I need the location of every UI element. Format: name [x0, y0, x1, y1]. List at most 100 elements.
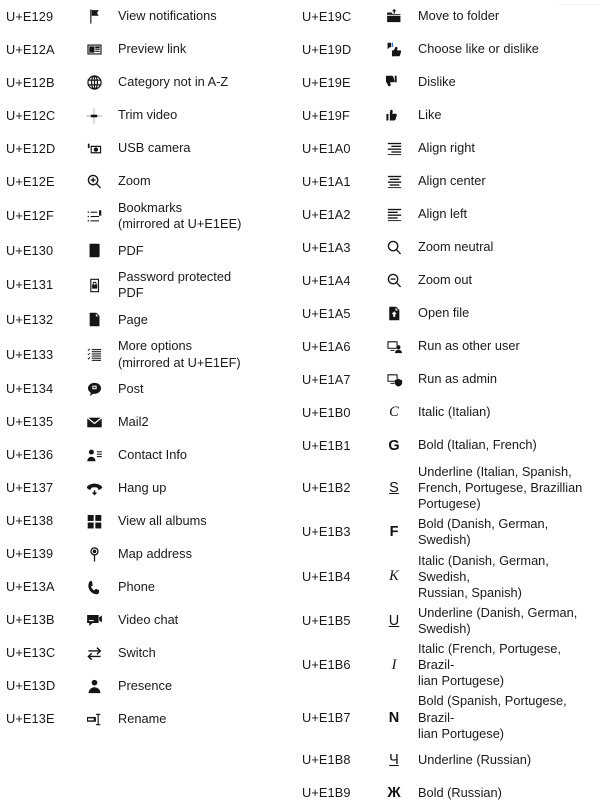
glyph-row: U+E19F Like [300, 99, 600, 132]
codepoint-label: U+E1B3 [302, 524, 351, 540]
codepoint-label: U+E1B1 [302, 437, 351, 453]
glyph-row: U+E1A1 Align center [300, 165, 600, 198]
codepoint-label: U+E1B9 [302, 785, 351, 801]
run-as-admin-icon [370, 371, 418, 388]
codepoint-label: U+E1B7 [302, 709, 351, 725]
glyph-description: Italic (Italian) [418, 404, 491, 420]
letter-c-italic-icon: C [389, 404, 399, 420]
phone-icon [70, 579, 118, 596]
glyph-row: U+E1A7 Run as admin [300, 363, 600, 396]
glyph-description: Phone [118, 579, 156, 595]
glyph-row: U+E131 Password protected PDF [0, 267, 300, 303]
letter-zh-bold-icon: Ж [387, 785, 401, 802]
codepoint-label: U+E1A5 [302, 305, 351, 321]
flag-icon [70, 8, 118, 25]
video-chat-icon [70, 612, 118, 629]
glyph-row: U+E134 Post [0, 373, 300, 406]
glyph-description: Align left [418, 206, 468, 222]
letter-ch-underline-icon: Ч [389, 752, 399, 769]
glyph-row: U+E135 Mail2 [0, 406, 300, 439]
glyph-row: U+E13E Rename [0, 703, 300, 736]
codepoint-label: U+E1B4 [302, 568, 351, 584]
glyph-description: Mail2 [118, 414, 149, 430]
move-to-folder-icon [370, 8, 418, 25]
glyph-description: Zoom neutral [418, 239, 494, 255]
glyph-description: Underline (Russian) [418, 752, 532, 768]
more-options-icon [70, 346, 118, 363]
glyph-row: U+E1B5 U Underline (Danish, German, Swedis… [300, 603, 600, 639]
pdf-icon [70, 242, 118, 259]
page-icon [70, 311, 118, 328]
glyph-row: U+E1B4 K Italic (Danish, German, Swedish, … [300, 551, 600, 603]
codepoint-label: U+E135 [6, 414, 54, 430]
glyph-description: Presence [118, 678, 173, 694]
glyph-description: Zoom [118, 173, 151, 189]
rename-icon [70, 711, 118, 728]
view-all-albums-icon [70, 513, 118, 530]
letter-g-bold-icon: G [388, 437, 400, 454]
align-center-icon [370, 173, 418, 190]
codepoint-label: U+E1B2 [302, 480, 351, 496]
codepoint-label: U+E13B [6, 612, 55, 628]
codepoint-label: U+E1B0 [302, 404, 351, 420]
glyph-row: U+E12C Trim video [0, 99, 300, 132]
glyph-description: Contact Info [118, 447, 188, 463]
letter-i-italic-icon: I [391, 656, 397, 673]
mail2-icon [70, 414, 118, 431]
glyph-description: Open file [418, 305, 470, 321]
glyph-row: U+E138 View all albums [0, 505, 300, 538]
zoom-neutral-icon [370, 239, 418, 256]
usb-camera-icon [70, 140, 118, 157]
glyph-description: Bold (Spanish, Portugese, Brazil- lian P… [418, 693, 567, 741]
glyph-description: Move to folder [418, 8, 500, 24]
glyph-description: View notifications [118, 8, 217, 24]
zoom-out-icon [370, 272, 418, 289]
glyph-row: U+E139 Map address [0, 538, 300, 571]
left-icon-column: U+E129 View notifications U+E12A Preview li… [0, 0, 300, 736]
choose-like-or-dislike-icon [370, 41, 418, 58]
letter-f-bold-icon: F [389, 524, 399, 541]
glyph-row: U+E1A6 Run as other user [300, 330, 600, 363]
glyph-row: U+E1A5 Open file [300, 297, 600, 330]
glyph-description: Like [418, 107, 442, 123]
glyph-description: PDF [118, 242, 144, 258]
glyph-description: More options (mirrored at U+E1EF) [118, 338, 241, 370]
glyph-description: Align right [418, 140, 475, 156]
codepoint-label: U+E130 [6, 242, 54, 258]
top-divider [558, 4, 600, 5]
open-file-icon [370, 305, 418, 322]
letter-u-underline-icon: U [388, 612, 400, 629]
codepoint-label: U+E1B5 [302, 612, 351, 628]
glyph-row: U+E13C Switch [0, 637, 300, 670]
post-icon [70, 381, 118, 398]
glyph-description: Bold (Italian, French) [418, 437, 537, 453]
letter-s-underline-icon: S [389, 480, 399, 497]
glyph-row: U+E137 Hang up [0, 472, 300, 505]
glyph-row: U+E19E Dislike [300, 66, 600, 99]
glyph-description: Dislike [418, 74, 456, 90]
codepoint-label: U+E13A [6, 579, 55, 595]
codepoint-label: U+E1B6 [302, 657, 351, 673]
glyph-description: USB camera [118, 140, 191, 156]
glyph-description: Underline (Italian, Spanish, French, Por… [418, 464, 583, 512]
glyph-description: Bookmarks (mirrored at U+E1EE) [118, 200, 242, 232]
align-left-icon [370, 206, 418, 223]
glyph-row: U+E1B0 C Italic (Italian) [300, 396, 600, 429]
codepoint-label: U+E13D [6, 678, 56, 694]
glyph-row: U+E136 Contact Info [0, 439, 300, 472]
glyph-description: Zoom out [418, 272, 473, 288]
glyph-row: U+E1A4 Zoom out [300, 264, 600, 297]
glyph-description: Video chat [118, 612, 179, 628]
password-protected-pdf-icon [70, 277, 118, 294]
glyph-row: U+E1B1 G Bold (Italian, French) [300, 429, 600, 462]
switch-icon [70, 645, 118, 662]
glyph-description: Italic (Danish, German, Swedish, Russian… [418, 552, 549, 600]
codepoint-label: U+E137 [6, 480, 54, 496]
glyph-row: U+E1A0 Align right [300, 132, 600, 165]
glyph-row: U+E1B2 S Underline (Italian, Spanish, Fren… [300, 462, 600, 514]
glyph-description: Run as admin [418, 371, 497, 387]
glyph-row: U+E12A Preview link [0, 33, 300, 66]
contact-info-icon [70, 447, 118, 464]
codepoint-label: U+E1A6 [302, 338, 351, 354]
glyph-row: U+E12E Zoom [0, 165, 300, 198]
